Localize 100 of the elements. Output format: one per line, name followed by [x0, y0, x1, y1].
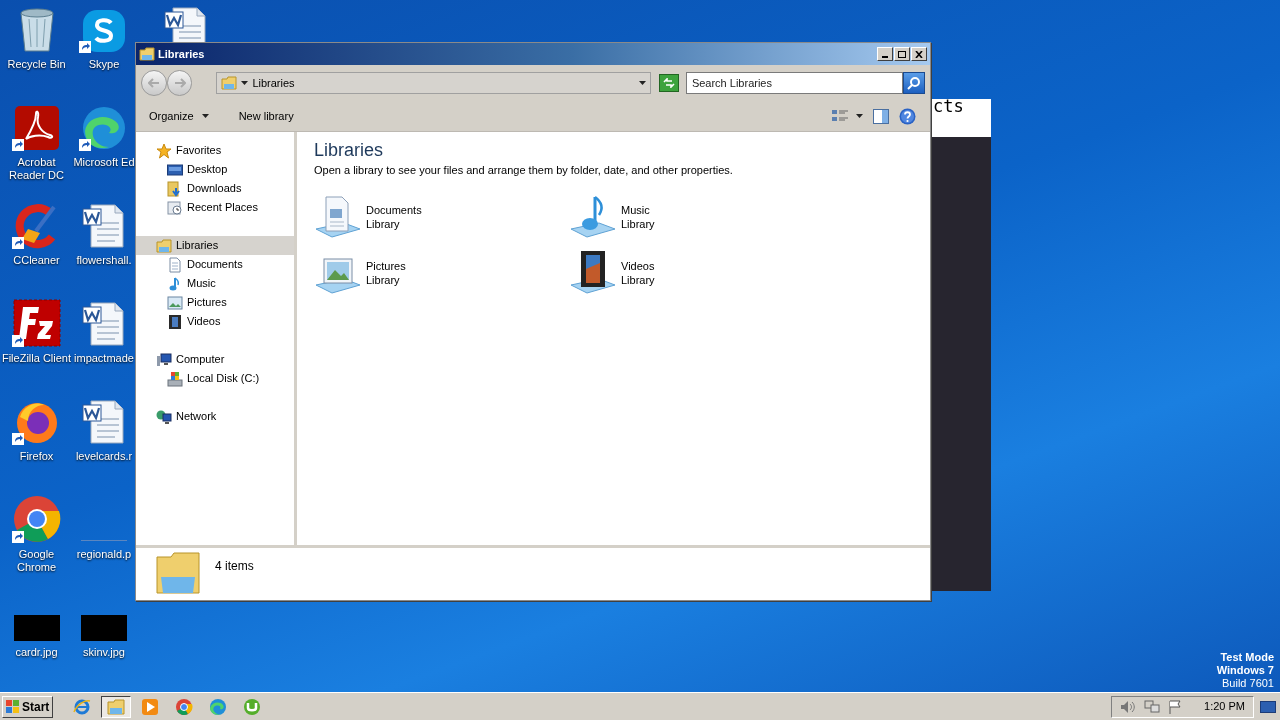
edge-logo-icon	[81, 105, 127, 151]
folder-icon	[155, 551, 201, 595]
search-field[interactable]: Search Libraries	[685, 72, 904, 94]
maximize-button[interactable]	[894, 47, 910, 61]
desktop-icon-label[interactable]: levelcards.r	[75, 450, 133, 463]
view-list-icon	[832, 109, 848, 123]
network-icon[interactable]	[1144, 699, 1161, 714]
desktop-icon-label[interactable]: Recycle Bin	[7, 58, 66, 71]
nav-item[interactable]: Pictures	[136, 293, 294, 312]
nav-item[interactable]: Videos	[136, 312, 294, 331]
document-icon	[167, 256, 183, 273]
minimize-button[interactable]	[877, 47, 893, 61]
internet-explorer-icon	[73, 697, 92, 716]
star-icon	[156, 142, 172, 159]
library-tile[interactable]: Pictures Library	[314, 248, 569, 297]
chrome-logo-icon	[12, 495, 61, 543]
edition-text: Build 7601	[1222, 677, 1274, 690]
library-name: Pictures	[366, 258, 406, 273]
library-name: Videos	[621, 258, 655, 273]
library-tile[interactable]: Videos Library	[569, 248, 824, 297]
nav-item[interactable]: Local Disk (C:)	[136, 369, 294, 388]
nav-item[interactable]: Computer	[136, 350, 294, 369]
taskbar-app-button[interactable]	[101, 695, 132, 718]
show-desktop-icon	[1260, 700, 1276, 713]
forward-arrow-icon	[173, 78, 186, 88]
nav-item[interactable]: Libraries	[136, 236, 294, 255]
chrome-logo-icon	[175, 697, 194, 716]
item-count: 4 items	[215, 558, 254, 575]
word-document-icon	[81, 203, 127, 249]
image-thumbnail-icon	[81, 615, 127, 641]
library-name: Documents	[366, 202, 422, 217]
desktop-icon-label[interactable]: Skype	[88, 58, 120, 71]
desktop-icon-label[interactable]: Firefox	[19, 450, 54, 463]
preview-pane-button[interactable]	[873, 108, 889, 124]
skype-logo-icon	[82, 9, 126, 53]
help-button[interactable]	[899, 107, 916, 125]
close-button[interactable]	[911, 47, 927, 61]
preview-pane-icon	[873, 108, 889, 124]
edition-text: Test Mode	[1220, 651, 1274, 664]
library-tile[interactable]: Documents Library	[314, 192, 569, 241]
folder-download-icon	[167, 180, 183, 197]
windows-logo-icon	[6, 699, 20, 714]
window-heading: cts	[933, 99, 964, 113]
desktop-icon-label[interactable]: cardr.jpg	[15, 646, 58, 659]
close-icon	[915, 50, 923, 58]
search-button[interactable]	[903, 72, 925, 94]
library-folder-icon	[156, 237, 172, 254]
speaker-icon[interactable]	[1120, 699, 1137, 714]
flag-icon[interactable]	[1168, 699, 1183, 714]
window-title: Libraries	[158, 46, 205, 62]
library-type: Library	[366, 272, 401, 287]
pdf-reader-icon	[13, 105, 60, 151]
refresh-button[interactable]	[659, 74, 679, 92]
desktop-icon	[167, 161, 183, 178]
desktop-icon-label[interactable]: skinv.jpg	[83, 646, 125, 659]
dropdown-arrow-icon	[639, 81, 647, 85]
recent-places-icon	[167, 199, 183, 216]
library-folder-icon	[221, 75, 238, 91]
nav-item[interactable]: Desktop	[136, 160, 294, 179]
disk-drive-icon	[167, 370, 183, 387]
desktop-icon-label[interactable]: Microsoft Ed	[73, 156, 135, 169]
desktop-icon-label[interactable]: CCleaner	[13, 254, 60, 267]
content-description: Open a library to see your files and arrange them by folder, date, and other properties.	[314, 163, 734, 178]
nav-item[interactable]: Downloads	[136, 179, 294, 198]
nav-item[interactable]: Documents	[136, 255, 294, 274]
desktop-icon-label[interactable]: FileZilla Client	[1, 352, 72, 365]
desktop-icon-label[interactable]: Google Chrome	[1, 548, 72, 574]
desktop-icon-label[interactable]: flowershall.	[76, 254, 132, 267]
video-library-icon	[569, 248, 617, 297]
back-arrow-icon	[147, 78, 160, 88]
toolbar-button[interactable]: Organize	[144, 105, 214, 127]
address-bar[interactable]: Libraries	[216, 72, 652, 94]
folder-icon	[107, 697, 126, 716]
nav-item[interactable]: Recent Places	[136, 198, 294, 217]
film-strip-icon	[167, 313, 183, 330]
network-icon	[156, 408, 172, 425]
image-thumbnail-icon	[13, 615, 60, 641]
nav-item[interactable]: Network	[136, 407, 294, 426]
help-icon	[899, 107, 916, 125]
desktop-icon-label[interactable]: impactmade	[74, 352, 134, 365]
edition-text: Windows 7	[1216, 664, 1274, 677]
word-document-icon	[81, 301, 127, 347]
content-title: Libraries	[314, 139, 385, 162]
refresh-icon	[663, 78, 675, 88]
library-tile[interactable]: Music Library	[569, 192, 824, 241]
view-options-button[interactable]	[832, 109, 863, 123]
filezilla-logo-icon	[12, 299, 61, 347]
maximize-icon	[898, 50, 906, 58]
nav-item[interactable]: Music	[136, 274, 294, 293]
nav-item[interactable]: Favorites	[136, 141, 294, 160]
search-icon	[907, 76, 922, 90]
dropdown-arrow-icon	[856, 114, 863, 118]
toolbar-button[interactable]: New library	[233, 105, 299, 127]
media-player-icon	[141, 697, 160, 716]
start-button[interactable]: Start	[2, 695, 54, 718]
address-path[interactable]: Libraries	[252, 74, 295, 92]
desktop-icon-label[interactable]: regionald.p	[76, 548, 132, 561]
computer-icon	[156, 351, 172, 368]
desktop-icon-label[interactable]: Acrobat Reader DC	[1, 156, 72, 182]
picture-icon	[167, 294, 183, 311]
